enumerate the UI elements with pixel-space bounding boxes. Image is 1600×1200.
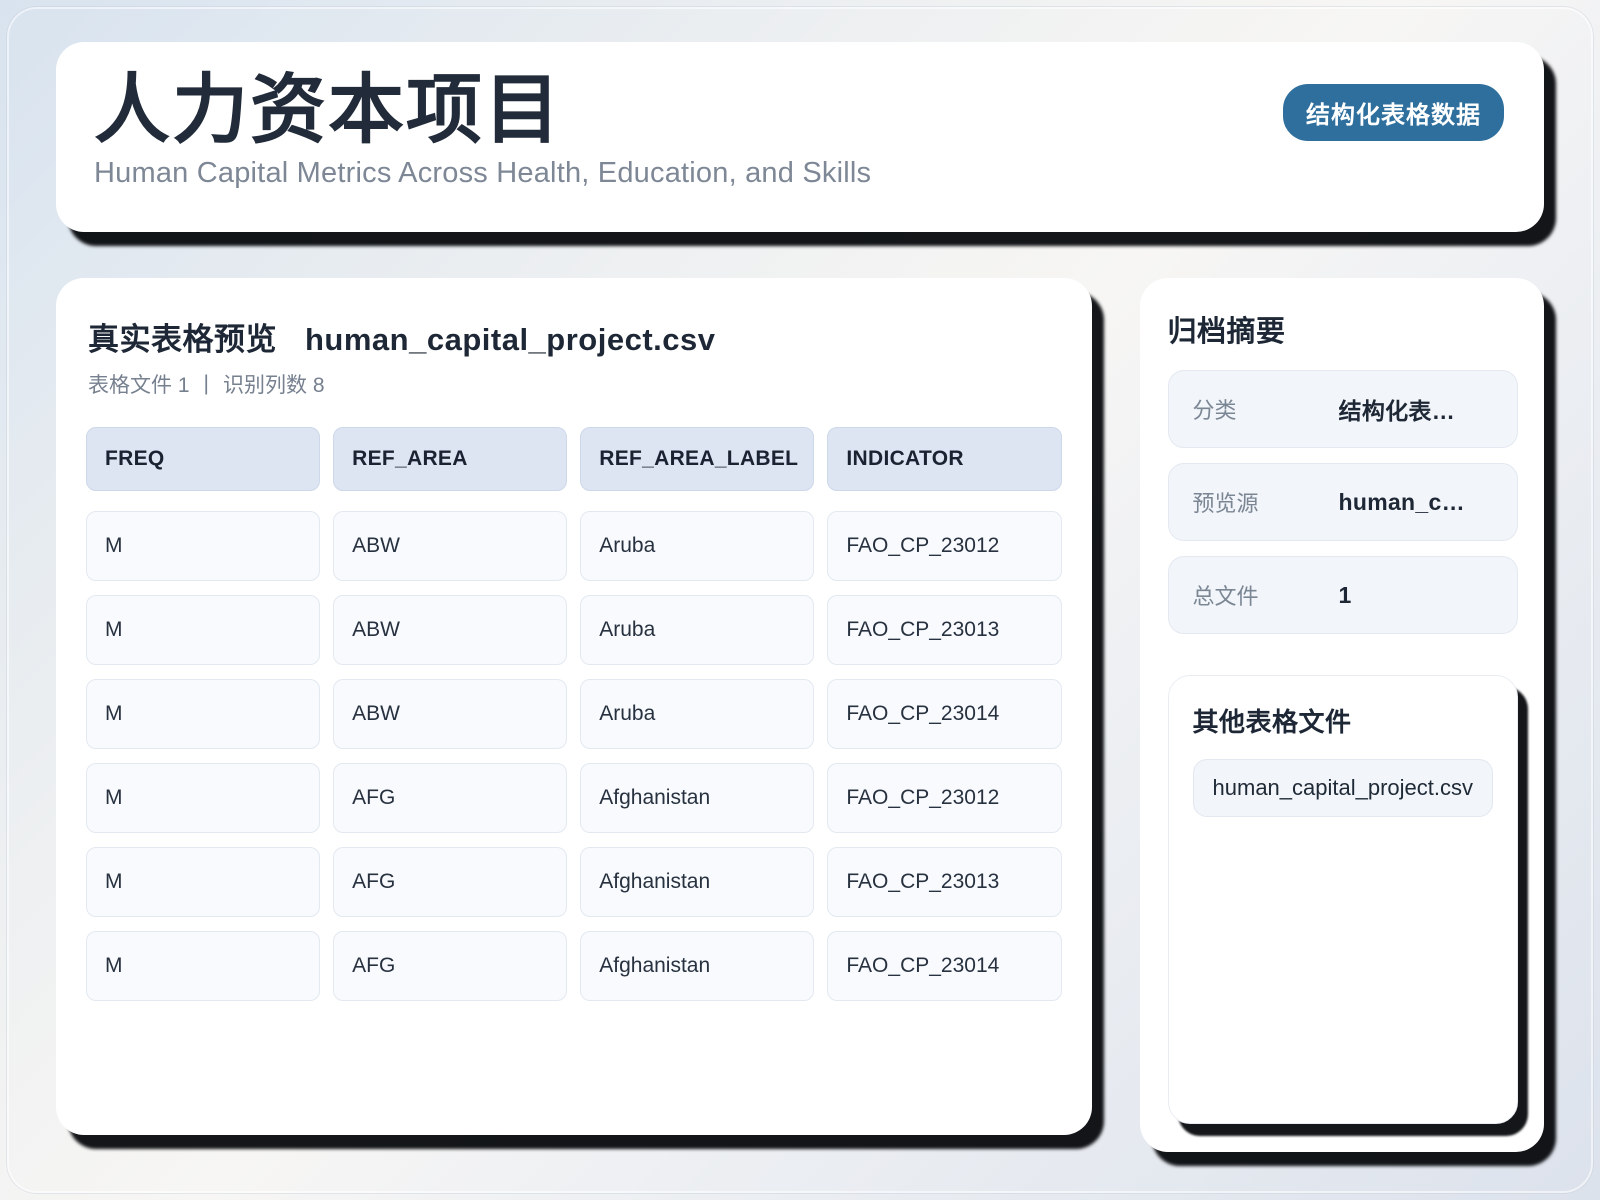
table-preview-card: 真实表格预览 human_capital_project.csv 表格文件 1 … xyxy=(56,278,1092,1135)
stat-value: human_c… xyxy=(1338,488,1465,515)
table-cell: ABW xyxy=(333,595,568,665)
stat-label: 总文件 xyxy=(1192,584,1259,609)
preview-meta: 表格文件 1 | 识别列数 8 xyxy=(86,369,1062,399)
preview-heading: 真实表格预览 human_capital_project.csv xyxy=(86,314,1062,359)
header-card: 人力资本项目 Human Capital Metrics Across Heal… xyxy=(56,42,1544,232)
category-badge: 结构化表格数据 xyxy=(1283,84,1504,141)
preview-meta-files: 表格文件 1 xyxy=(88,374,190,397)
table-cell: FAO_CP_23013 xyxy=(827,595,1062,665)
stat-row-preview-source: 预览源 human_c… xyxy=(1167,463,1518,541)
table-cell: M xyxy=(86,931,321,1001)
table-body: M ABW Aruba FAO_CP_23012 M ABW Aruba FAO… xyxy=(86,511,1062,1001)
table-cell: M xyxy=(86,511,321,581)
table-cell: AFG xyxy=(333,847,568,917)
table-cell: Afghanistan xyxy=(580,931,815,1001)
stat-label: 分类 xyxy=(1192,398,1237,423)
table-cell: Aruba xyxy=(580,511,815,581)
table-cell: FAO_CP_23012 xyxy=(827,763,1062,833)
table-cell: ABW xyxy=(333,511,568,581)
content-row: 真实表格预览 human_capital_project.csv 表格文件 1 … xyxy=(56,278,1544,1152)
table-header-cell: REF_AREA_LABEL xyxy=(580,427,815,491)
table-header-row: FREQ REF_AREA REF_AREA_LABEL INDICATOR xyxy=(86,427,1062,491)
preview-meta-columns: 识别列数 8 xyxy=(222,374,325,397)
stat-value: 结构化表… xyxy=(1338,398,1456,424)
table-cell: M xyxy=(86,763,321,833)
table-cell: M xyxy=(86,679,321,749)
other-files-title: 其他表格文件 xyxy=(1192,707,1352,737)
table-cell: AFG xyxy=(333,931,568,1001)
file-chip[interactable]: human_capital_project.csv xyxy=(1192,759,1493,817)
table-cell: ABW xyxy=(333,679,568,749)
page: 人力资本项目 Human Capital Metrics Across Heal… xyxy=(56,42,1544,1152)
table-cell: Afghanistan xyxy=(580,763,815,833)
table-cell: M xyxy=(86,595,321,665)
stat-value: 1 xyxy=(1338,581,1352,608)
table-cell: M xyxy=(86,847,321,917)
table-cell: AFG xyxy=(333,763,568,833)
stat-label: 预览源 xyxy=(1192,491,1259,516)
app-subtitle: Human Capital Metrics Across Health, Edu… xyxy=(94,157,872,190)
table-cell: FAO_CP_23013 xyxy=(827,847,1062,917)
preview-meta-divider: | xyxy=(203,372,209,395)
table-cell: FAO_CP_23012 xyxy=(827,511,1062,581)
table-cell: FAO_CP_23014 xyxy=(827,931,1062,1001)
table-cell: FAO_CP_23014 xyxy=(827,679,1062,749)
table-cell: Aruba xyxy=(580,595,815,665)
table-cell: Aruba xyxy=(580,679,815,749)
archive-summary-card: 归档摘要 分类 结构化表… 预览源 human_c… 总文件 1 其他表格文件 … xyxy=(1139,278,1544,1152)
table-header-cell: INDICATOR xyxy=(827,427,1062,491)
table-header-cell: REF_AREA xyxy=(333,427,568,491)
table-cell: Afghanistan xyxy=(580,847,815,917)
archive-summary-title: 归档摘要 xyxy=(1167,316,1286,348)
table-header-cell: FREQ xyxy=(86,427,321,491)
other-files-card: 其他表格文件 human_capital_project.csv xyxy=(1167,675,1518,1124)
stat-row-total-files: 总文件 1 xyxy=(1167,556,1518,634)
preview-filename: human_capital_project.csv xyxy=(305,322,716,357)
stat-row-category: 分类 结构化表… xyxy=(1167,370,1518,448)
preview-title: 真实表格预览 xyxy=(88,322,277,357)
